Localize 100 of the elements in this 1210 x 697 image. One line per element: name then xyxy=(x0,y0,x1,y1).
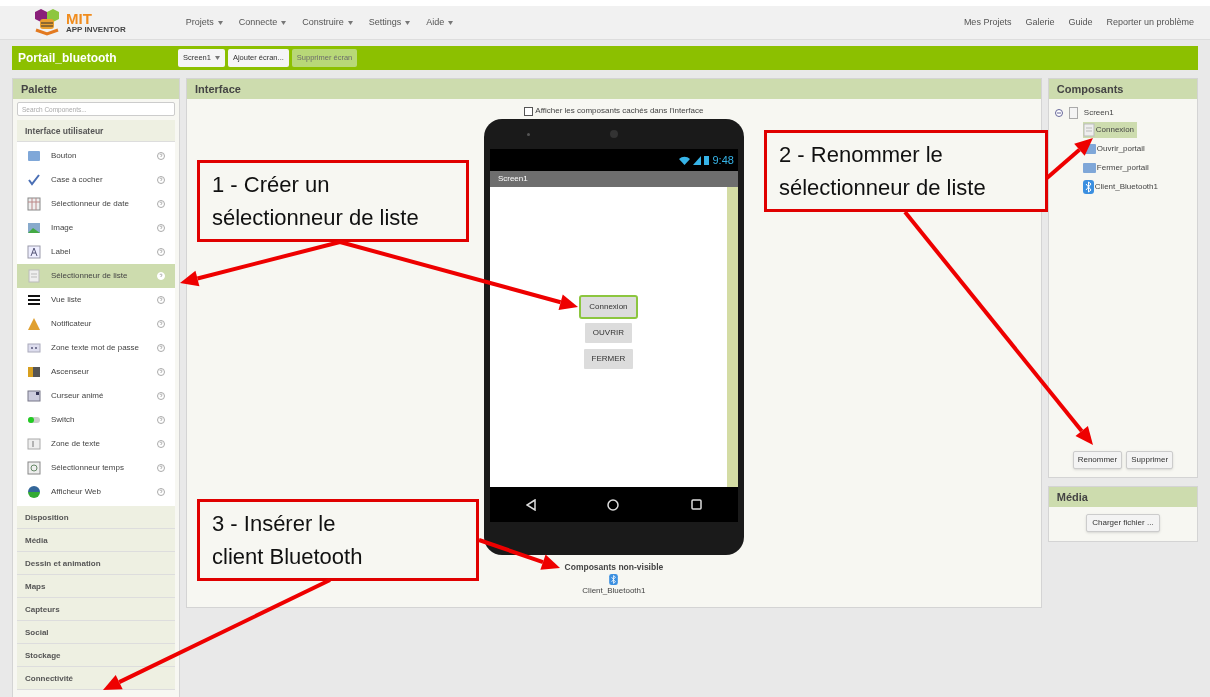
palette-item[interactable]: Ascenseur xyxy=(17,360,175,384)
menu-button[interactable]: Settings xyxy=(368,15,411,30)
app-button[interactable]: Connexion xyxy=(581,297,636,317)
help-icon[interactable] xyxy=(157,416,165,424)
help-icon[interactable] xyxy=(157,488,165,496)
palette-item-label: Afficheur Web xyxy=(51,486,102,498)
palette-item[interactable]: Zone de texte xyxy=(17,432,175,456)
category-header[interactable]: Capteurs xyxy=(17,598,175,621)
panel-header: Composants xyxy=(1048,79,1197,99)
help-icon[interactable] xyxy=(157,392,165,400)
help-icon[interactable] xyxy=(157,320,165,328)
panel-header: Interface xyxy=(187,79,1041,99)
tree-item[interactable]: Connexion xyxy=(1082,122,1138,138)
nav-link[interactable]: Guide xyxy=(1068,15,1093,30)
calendar-icon xyxy=(27,197,41,211)
upload-button[interactable]: Charger fichier ... xyxy=(1086,514,1160,532)
menu-button[interactable]: Projets xyxy=(185,15,223,30)
category-header[interactable]: Maps xyxy=(17,575,175,598)
category-header[interactable]: Social xyxy=(17,621,175,644)
callout-text: sélectionneur de liste xyxy=(779,174,987,202)
wifi-icon xyxy=(679,155,691,165)
menu-button[interactable]: Construire xyxy=(302,15,353,30)
panel-header: Média xyxy=(1048,487,1197,507)
nav-link[interactable]: Reporter un problème xyxy=(1106,15,1194,30)
category-header[interactable]: Disposition xyxy=(17,506,175,529)
palette-item[interactable]: Zone texte mot de passe xyxy=(17,336,175,360)
palette-item-label: Zone texte mot de passe xyxy=(51,342,141,354)
caret-icon xyxy=(405,20,411,25)
help-icon[interactable] xyxy=(157,152,165,160)
clock-time: 9:48 xyxy=(712,152,734,168)
palette-item-label: Sélectionneur de date xyxy=(51,198,130,210)
palette-item[interactable]: Sélectionneur de liste xyxy=(17,264,175,288)
menu-button[interactable]: Aide xyxy=(426,15,454,30)
category-header[interactable]: Stockage xyxy=(17,644,175,667)
help-icon[interactable] xyxy=(157,296,165,304)
help-icon[interactable] xyxy=(157,200,165,208)
callout-text: sélectionneur de liste xyxy=(212,204,420,232)
palette-item-label: Bouton xyxy=(51,150,78,162)
bluetooth-icon xyxy=(1082,180,1094,194)
recents-icon[interactable] xyxy=(691,499,703,510)
category-header[interactable]: Média xyxy=(17,529,175,552)
logo-title: MIT xyxy=(66,11,93,26)
button-icon xyxy=(1082,162,1096,174)
checkmark-icon xyxy=(27,173,41,187)
callout-text: 1 - Créer un xyxy=(212,171,331,199)
caret-icon xyxy=(217,20,223,25)
tree-item[interactable]: Fermer_portail xyxy=(1082,160,1152,176)
password-icon xyxy=(27,341,41,355)
category-header[interactable]: Connectivité xyxy=(17,667,175,690)
palette-item[interactable]: Notificateur xyxy=(17,312,175,336)
home-icon[interactable] xyxy=(607,498,620,511)
callout-text: 2 - Renommer le xyxy=(779,141,944,169)
battery-icon xyxy=(704,155,710,165)
palette-item[interactable]: Sélectionneur temps xyxy=(17,456,175,480)
palette-item-label: Ascenseur xyxy=(51,366,90,378)
help-icon[interactable] xyxy=(157,344,165,352)
palette-item[interactable]: Curseur animé xyxy=(17,384,175,408)
menu-button[interactable]: Connecte xyxy=(238,15,287,30)
category-header[interactable]: Dessin et animation xyxy=(17,552,175,575)
palette-item[interactable]: Switch xyxy=(17,408,175,432)
help-icon[interactable] xyxy=(157,440,165,448)
palette-item[interactable]: Afficheur Web xyxy=(17,480,175,504)
help-icon[interactable] xyxy=(157,176,165,184)
palette-item[interactable]: Image xyxy=(17,216,175,240)
bluetooth-icon xyxy=(609,573,619,585)
palette-item[interactable]: Case à cocher xyxy=(17,168,175,192)
app-button[interactable]: FERMER xyxy=(583,349,634,369)
palette-item-label: Sélectionneur temps xyxy=(51,462,125,474)
palette-item-label: Image xyxy=(51,222,75,234)
help-icon[interactable] xyxy=(157,248,165,256)
help-icon[interactable] xyxy=(157,464,165,472)
nav-link[interactable]: Galerie xyxy=(1025,15,1055,30)
checkbox[interactable] xyxy=(524,106,534,116)
help-icon[interactable] xyxy=(157,368,165,376)
tree-item[interactable]: Client_Bluetooth1 xyxy=(1082,179,1161,195)
palette-item[interactable]: Bouton xyxy=(17,144,175,168)
palette-item-label: Switch xyxy=(51,414,76,426)
palette-item[interactable]: Vue liste xyxy=(17,288,175,312)
callout-text: client Bluetooth xyxy=(212,543,364,571)
app-button[interactable]: OUVRIR xyxy=(584,323,632,343)
help-icon[interactable] xyxy=(157,224,165,232)
globe-icon xyxy=(27,485,41,499)
lines-icon xyxy=(27,293,41,307)
action-button[interactable]: Supprimer xyxy=(1126,451,1174,469)
slider-icon xyxy=(27,365,41,379)
logo-subtitle: APP INVENTOR xyxy=(66,26,126,34)
action-button[interactable]: Renommer xyxy=(1072,451,1123,469)
nav-link[interactable]: Mes Projets xyxy=(963,15,1012,30)
signal-icon xyxy=(693,155,702,165)
project-title: Portail_bluetooth xyxy=(18,50,118,67)
caret-icon xyxy=(448,20,454,25)
caret-icon xyxy=(281,20,287,25)
back-icon[interactable] xyxy=(525,498,536,511)
palette-item[interactable]: Label xyxy=(17,240,175,264)
button-icon xyxy=(27,149,41,163)
tree-item[interactable]: Screen1 xyxy=(1083,107,1114,119)
palette-item[interactable]: Sélectionneur de date xyxy=(17,192,175,216)
category-header[interactable]: Interface utilisateur xyxy=(17,120,175,142)
collapse-icon[interactable] xyxy=(1054,109,1063,117)
panel-header: Palette xyxy=(13,79,179,99)
